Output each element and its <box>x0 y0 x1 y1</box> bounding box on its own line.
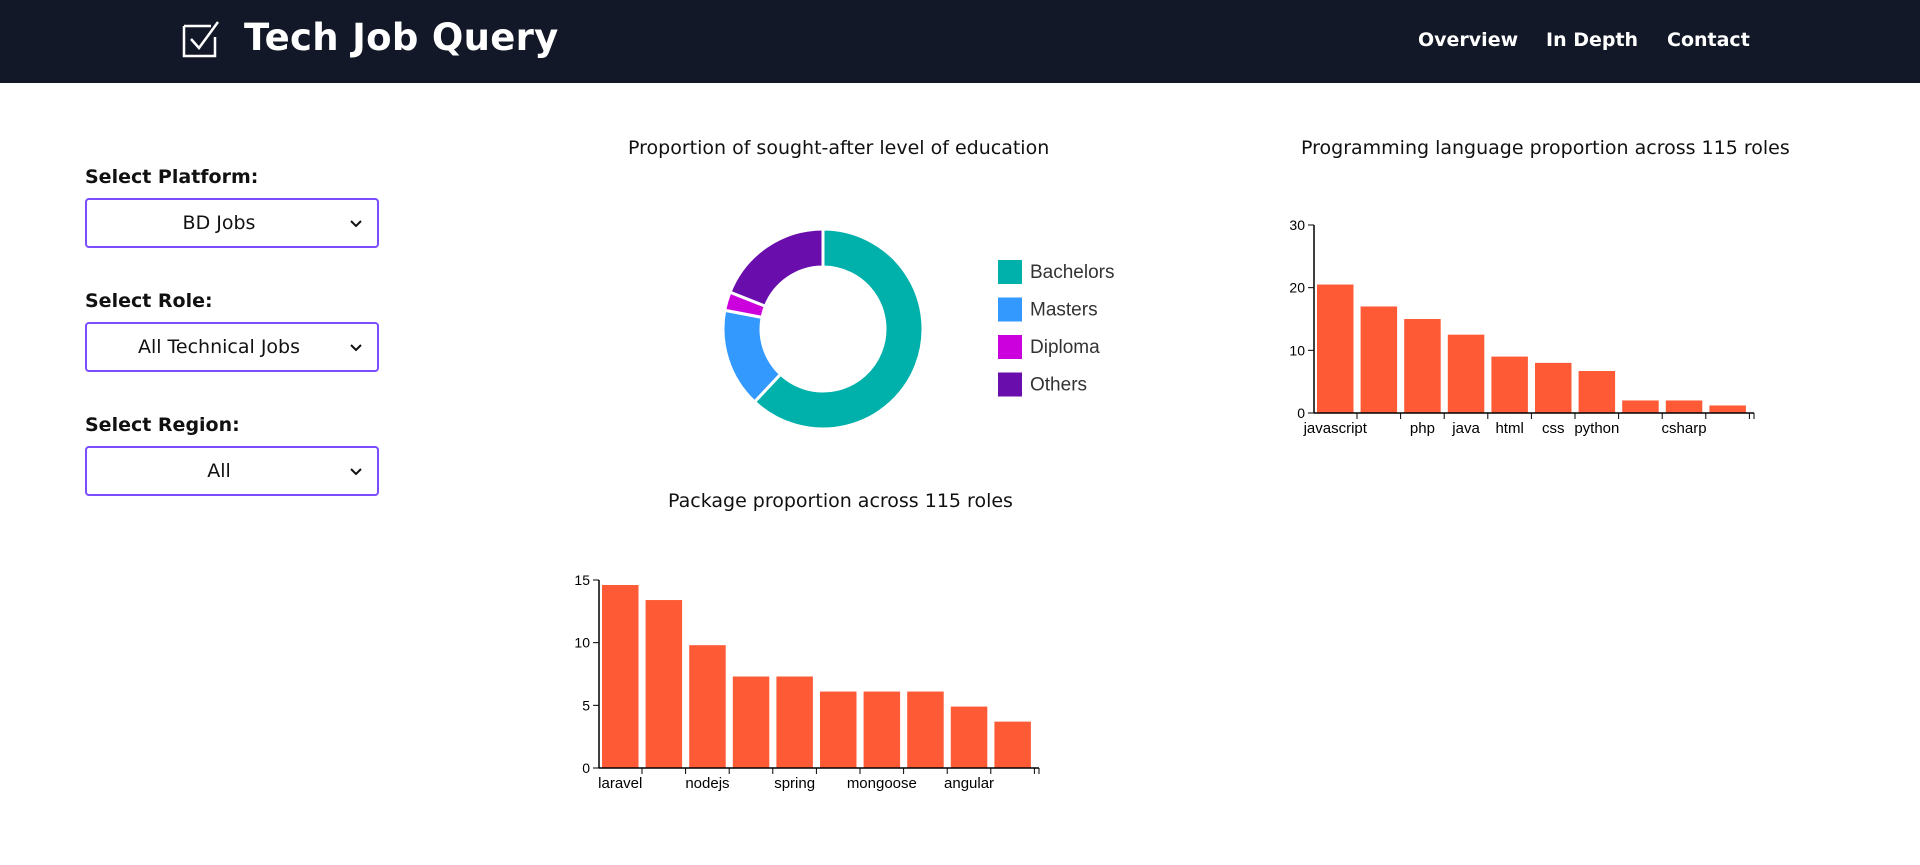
platform-select-value: BD Jobs <box>182 212 256 234</box>
languages-bar <box>1535 362 1572 413</box>
languages-bar <box>1578 371 1616 413</box>
legend-label-others: Others <box>1030 375 1087 396</box>
packages-bar <box>907 691 944 768</box>
chevron-down-icon <box>350 468 362 476</box>
region-select-value: All <box>207 460 231 482</box>
nav-in-depth[interactable]: In Depth <box>1546 29 1638 51</box>
packages-bar <box>863 691 901 768</box>
languages-x-tick-label: java <box>1451 420 1480 437</box>
education-donut-chart: Bachelors Masters Diploma Others <box>721 227 1115 431</box>
languages-x-tick-label: php <box>1410 420 1435 437</box>
packages-chart-title: Package proportion across 115 roles <box>668 490 1013 512</box>
languages-y-tick-label: 10 <box>1290 342 1305 358</box>
packages-x-tick-label: laravel <box>598 775 642 792</box>
packages-bar <box>645 600 683 768</box>
languages-chart-title: Programming language proportion across 1… <box>1301 137 1790 159</box>
packages-y-tick-label: 15 <box>575 572 590 588</box>
languages-y-tick-label: 0 <box>1297 405 1305 421</box>
nav-contact[interactable]: Contact <box>1667 29 1750 51</box>
education-chart-title: Proportion of sought-after level of educ… <box>628 137 1050 159</box>
languages-x-tick-label: javascript <box>1303 420 1368 437</box>
languages-bar <box>1709 405 1746 413</box>
packages-y-tick-label: 0 <box>582 760 590 776</box>
legend-label-masters: Masters <box>1030 300 1098 321</box>
packages-bar <box>776 676 813 768</box>
chevron-down-icon <box>350 220 362 228</box>
top-navbar: Tech Job Query Overview In Depth Contact <box>0 0 1920 83</box>
role-select[interactable]: All Technical Jobs <box>85 322 379 372</box>
legend-swatch-diploma <box>998 335 1022 359</box>
packages-x-tick-label: spring <box>774 775 815 792</box>
packages-y-tick-label: 10 <box>575 635 590 651</box>
role-select-value: All Technical Jobs <box>137 336 301 358</box>
packages-bar <box>602 585 639 768</box>
languages-x-tick-label: html <box>1495 420 1523 437</box>
languages-y-tick-label: 30 <box>1290 217 1305 233</box>
region-select[interactable]: All <box>85 446 379 496</box>
languages-bar <box>1317 284 1354 413</box>
languages-bar <box>1360 306 1398 413</box>
legend-swatch-others <box>998 372 1022 397</box>
packages-x-tick-label: nodejs <box>685 775 729 792</box>
languages-bar <box>1404 319 1441 413</box>
legend-swatch-bachelors <box>998 260 1022 284</box>
chevron-down-icon <box>350 344 362 352</box>
legend-label-diploma: Diploma <box>1030 337 1100 358</box>
platform-label: Select Platform: <box>85 166 259 188</box>
languages-bar <box>1622 400 1659 413</box>
packages-bar <box>689 645 726 768</box>
packages-x-tick-label: mongoose <box>847 775 917 792</box>
languages-bar <box>1491 356 1528 413</box>
languages-bar <box>1665 400 1703 413</box>
languages-bar <box>1447 334 1485 413</box>
packages-x-tick-label: angular <box>944 775 994 792</box>
packages-bar <box>950 706 988 768</box>
checkbox-logo-icon <box>182 21 220 58</box>
languages-x-tick-label: csharp <box>1662 420 1707 437</box>
packages-bar <box>994 721 1031 768</box>
languages-y-tick-label: 20 <box>1290 280 1305 296</box>
donut-slice-others <box>728 227 825 309</box>
region-label: Select Region: <box>85 414 240 436</box>
app-title[interactable]: Tech Job Query <box>244 16 559 59</box>
languages-bar-chart: 0 10 20 30 javascript php java html css python csh… <box>1290 217 1755 437</box>
packages-y-tick-label: 5 <box>582 697 590 713</box>
languages-x-tick-label: css <box>1542 420 1565 437</box>
role-label: Select Role: <box>85 290 213 312</box>
legend-label-bachelors: Bachelors <box>1030 262 1115 283</box>
packages-bar <box>820 691 857 768</box>
languages-x-tick-label: python <box>1574 420 1619 437</box>
packages-bar <box>732 676 770 768</box>
legend-swatch-masters <box>998 297 1022 322</box>
nav-overview[interactable]: Overview <box>1418 29 1518 51</box>
platform-select[interactable]: BD Jobs <box>85 198 379 248</box>
packages-bar-chart: 0 5 10 15 laravel nodejs spring mongoose angular <box>575 572 1040 792</box>
